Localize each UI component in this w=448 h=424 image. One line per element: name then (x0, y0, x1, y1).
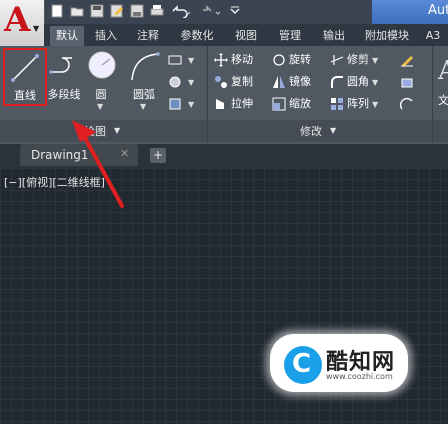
new-tab-button[interactable]: + (150, 148, 166, 163)
hatch-icon (168, 75, 182, 89)
tab-view[interactable]: 视图 (228, 26, 264, 46)
chevron-down-icon: ▼ (114, 126, 121, 135)
erase-button[interactable] (400, 50, 417, 70)
move-button[interactable]: 移动 (214, 50, 253, 70)
explode-icon (400, 75, 414, 89)
save-icon[interactable] (88, 3, 106, 19)
ribbon-tab-bar: 默认 插入 注释 参数化 视图 管理 输出 附加模块 A3 (44, 24, 448, 46)
chevron-down-icon: ▼ (372, 78, 379, 87)
trim-button[interactable]: 修剪 ▼ (330, 50, 378, 70)
tab-a360[interactable]: A3 (422, 26, 444, 46)
rectangle-icon (168, 53, 182, 67)
line-label: 直线 (14, 89, 36, 102)
tab-parametric[interactable]: 参数化 (174, 26, 220, 46)
modify-panel-title: 修改 (300, 125, 322, 138)
application-menu-button[interactable]: A ▼ (0, 0, 45, 46)
fillet-icon (330, 75, 344, 89)
new-icon[interactable] (48, 3, 66, 19)
fillet-button[interactable]: 圆角 ▼ (330, 72, 378, 92)
region-icon (168, 97, 182, 111)
panel-divider (207, 46, 208, 142)
offset-button[interactable] (400, 94, 417, 114)
offset-icon (400, 97, 414, 111)
watermark-url: www.coozhi.com (326, 372, 393, 381)
stretch-button[interactable]: 拉伸 (214, 94, 253, 114)
rotate-icon (272, 53, 286, 67)
trim-icon (330, 53, 344, 67)
polyline-icon (49, 57, 72, 74)
modify-panel-title-bar[interactable]: 修改 ▼ (208, 120, 448, 142)
tab-manage[interactable]: 管理 (272, 26, 308, 46)
erase-icon (400, 53, 414, 67)
stretch-icon (214, 97, 228, 111)
rectangle-tool[interactable]: ▼ (168, 50, 194, 70)
chevron-down-icon: ▼ (97, 102, 104, 111)
save-icon-2[interactable] (128, 3, 146, 19)
tab-addins[interactable]: 附加模块 (360, 26, 414, 46)
arc-button[interactable]: 圆弧 ▼ (124, 48, 164, 118)
chevron-down-icon: ▼ (330, 126, 337, 135)
panel-divider (432, 46, 433, 142)
open-icon[interactable] (68, 3, 86, 19)
polyline-label: 多段线 (47, 88, 81, 101)
watermark-logo-icon: C (284, 346, 322, 384)
file-tab-drawing1[interactable]: Drawing1 ✕ (20, 144, 138, 166)
mirror-button[interactable]: 镜像 (272, 72, 311, 92)
move-icon (214, 53, 228, 67)
chevron-down-icon: ▼ (33, 24, 40, 33)
arc-icon (131, 52, 160, 81)
copy-icon (214, 75, 228, 89)
array-button[interactable]: 阵列 ▼ (330, 94, 378, 114)
chevron-down-icon: ▼ (140, 102, 147, 111)
file-tab-label: Drawing1 (31, 148, 89, 162)
circle-label: 圆 (95, 88, 107, 101)
scale-icon (272, 97, 286, 111)
save-as-icon[interactable] (108, 3, 126, 19)
text-tool-label: 文 (438, 94, 448, 107)
viewport-controls-label[interactable]: [−][俯视][二维线框] (4, 174, 105, 190)
redo-icon[interactable] (198, 3, 224, 19)
mirror-icon (272, 75, 286, 89)
draw-panel-title: 绘图 (84, 125, 106, 138)
chevron-down-icon: ▼ (372, 100, 379, 109)
region-tool[interactable]: ▼ (168, 94, 194, 114)
explode-button[interactable] (400, 72, 417, 92)
tab-annotate[interactable]: 注释 (130, 26, 166, 46)
circle-icon (88, 51, 116, 79)
line-icon (11, 54, 39, 82)
chevron-down-icon: ▼ (188, 78, 195, 87)
arc-label: 圆弧 (133, 88, 155, 101)
polyline-button[interactable]: 多段线 (44, 48, 84, 118)
text-tool-icon[interactable]: A (438, 56, 448, 86)
chevron-down-icon: ▼ (372, 56, 379, 65)
autocad-logo-icon: A (4, 0, 31, 40)
undo-icon[interactable] (168, 3, 194, 19)
window-title: Aut (372, 0, 448, 24)
workspace-icon[interactable] (226, 3, 244, 19)
circle-button[interactable]: 圆 ▼ (84, 48, 118, 118)
close-icon[interactable]: ✕ (120, 147, 129, 160)
print-icon[interactable] (148, 3, 166, 19)
hatch-tool[interactable]: ▼ (168, 72, 194, 92)
tab-insert[interactable]: 插入 (88, 26, 124, 46)
line-button[interactable]: 直线 (3, 48, 47, 106)
tab-output[interactable]: 输出 (316, 26, 352, 46)
tab-default[interactable]: 默认 (50, 26, 84, 46)
scale-button[interactable]: 缩放 (272, 94, 311, 114)
rotate-button[interactable]: 旋转 (272, 50, 311, 70)
array-icon (330, 97, 344, 111)
copy-button[interactable]: 复制 (214, 72, 253, 92)
chevron-down-icon: ▼ (188, 100, 195, 109)
chevron-down-icon: ▼ (188, 56, 195, 65)
draw-panel-title-bar[interactable]: 绘图 ▼ (0, 120, 207, 142)
